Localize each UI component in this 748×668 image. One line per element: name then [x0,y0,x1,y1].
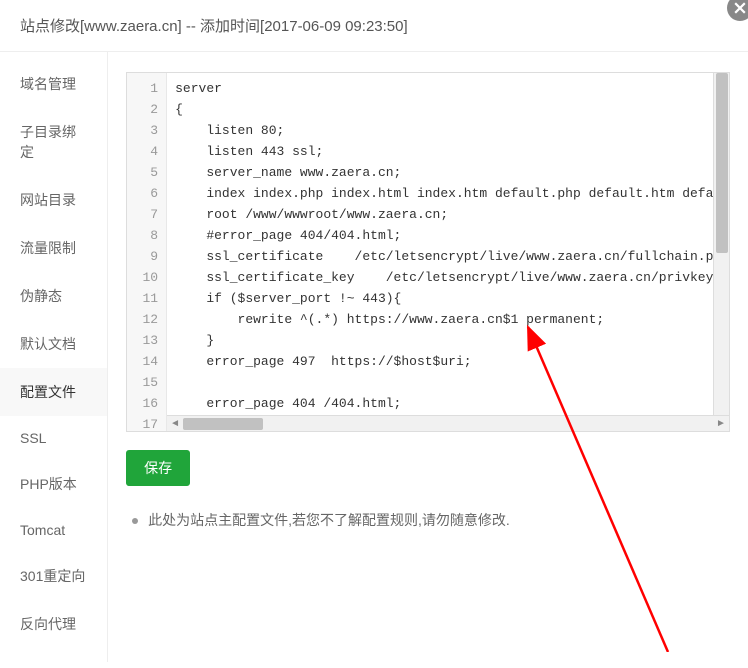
note-text: 此处为站点主配置文件,若您不了解配置规则,请勿随意修改. [148,510,510,530]
sidebar-item-tomcat[interactable]: Tomcat [0,508,107,552]
line-number: 15 [127,372,158,393]
line-number: 5 [127,162,158,183]
line-number: 17 [127,414,158,432]
line-number: 11 [127,288,158,309]
close-button[interactable] [727,0,748,21]
line-number: 9 [127,246,158,267]
line-number: 14 [127,351,158,372]
line-number: 4 [127,141,158,162]
main-panel: 1234567891011121314151617 server{ listen… [108,52,748,662]
line-number: 7 [127,204,158,225]
config-note: 此处为站点主配置文件,若您不了解配置规则,请勿随意修改. [126,510,730,530]
sidebar-item-domain[interactable]: 域名管理 [0,60,107,108]
sidebar-item-sitedir[interactable]: 网站目录 [0,176,107,224]
code-area[interactable]: server{ listen 80; listen 443 ssl; serve… [167,73,729,431]
code-line[interactable]: #error_page 404/404.html; [175,225,729,246]
code-line[interactable]: index index.php index.html index.htm def… [175,183,729,204]
config-editor[interactable]: 1234567891011121314151617 server{ listen… [126,72,730,432]
sidebar: 域名管理 子目录绑定 网站目录 流量限制 伪静态 默认文档 配置文件 SSL P… [0,52,108,662]
sidebar-item-subdir[interactable]: 子目录绑定 [0,108,107,176]
bullet-icon [132,518,138,524]
code-line[interactable]: ssl_certificate /etc/letsencrypt/live/ww… [175,246,729,267]
sidebar-item-rewrite[interactable]: 伪静态 [0,272,107,320]
scroll-thumb-vertical[interactable] [716,73,728,253]
code-line[interactable]: root /www/wwwroot/www.zaera.cn; [175,204,729,225]
code-line[interactable]: { [175,99,729,120]
line-number: 1 [127,78,158,99]
code-line[interactable]: server_name www.zaera.cn; [175,162,729,183]
sidebar-item-default-doc[interactable]: 默认文档 [0,320,107,368]
code-line[interactable]: ssl_certificate_key /etc/letsencrypt/liv… [175,267,729,288]
sidebar-item-ssl[interactable]: SSL [0,416,107,460]
scroll-right-arrow[interactable]: ► [713,416,729,432]
line-number: 8 [127,225,158,246]
code-line[interactable]: if ($server_port !~ 443){ [175,288,729,309]
code-line[interactable]: server [175,78,729,99]
line-number: 10 [127,267,158,288]
line-number: 6 [127,183,158,204]
scrollbar-horizontal[interactable]: ◄ ► [167,415,729,431]
sidebar-item-301[interactable]: 301重定向 [0,552,107,600]
line-number: 16 [127,393,158,414]
code-line[interactable]: rewrite ^(.*) https://www.zaera.cn$1 per… [175,309,729,330]
modal-header: 站点修改[www.zaera.cn] -- 添加时间[2017-06-09 09… [0,0,748,52]
sidebar-item-config[interactable]: 配置文件 [0,368,107,416]
sidebar-item-proxy[interactable]: 反向代理 [0,600,107,648]
modal-title: 站点修改[www.zaera.cn] -- 添加时间[2017-06-09 09… [20,18,408,35]
close-icon [734,2,746,14]
scroll-left-arrow[interactable]: ◄ [167,416,183,432]
line-number: 2 [127,99,158,120]
sidebar-item-traffic[interactable]: 流量限制 [0,224,107,272]
save-button[interactable]: 保存 [126,450,190,486]
line-number: 12 [127,309,158,330]
sidebar-item-php[interactable]: PHP版本 [0,460,107,508]
code-line[interactable]: listen 443 ssl; [175,141,729,162]
line-number: 3 [127,120,158,141]
code-line[interactable]: listen 80; [175,120,729,141]
code-line[interactable] [175,372,729,393]
scroll-thumb-horizontal[interactable] [183,418,263,430]
code-line[interactable]: } [175,330,729,351]
code-line[interactable]: error_page 497 https://$host$uri; [175,351,729,372]
line-number: 13 [127,330,158,351]
code-line[interactable]: error_page 404 /404.html; [175,393,729,414]
scrollbar-vertical[interactable] [713,73,729,415]
line-gutter: 1234567891011121314151617 [127,73,167,431]
